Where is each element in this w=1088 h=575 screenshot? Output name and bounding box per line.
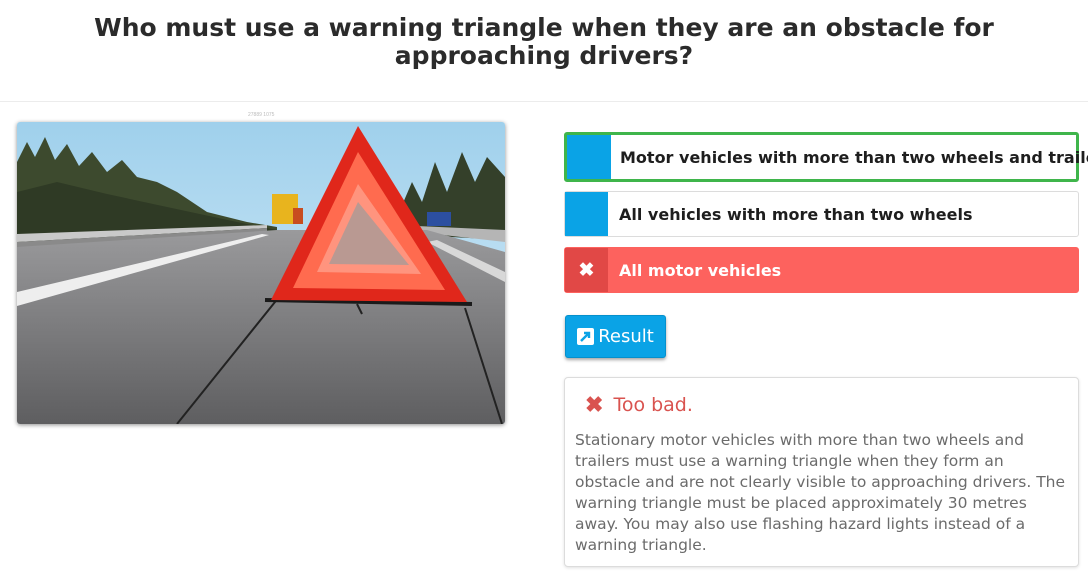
wrong-x-icon: ✖ xyxy=(565,248,608,292)
warning-triangle-photo xyxy=(17,122,505,424)
result-button[interactable]: Result xyxy=(565,315,666,358)
question-photo xyxy=(17,122,505,424)
answer-option-3[interactable]: ✖ All motor vehicles xyxy=(564,247,1079,293)
header-divider xyxy=(0,101,1088,102)
answer-label: Motor vehicles with more than two wheels… xyxy=(620,147,1088,167)
image-caption: 27889 1075 xyxy=(248,112,275,118)
feedback-title: Too bad. xyxy=(613,394,693,416)
answer-label: All vehicles with more than two wheels xyxy=(619,204,973,224)
feedback-text: Stationary motor vehicles with more than… xyxy=(575,431,1066,554)
question-title: Who must use a warning triangle when the… xyxy=(94,13,994,70)
result-button-label: Result xyxy=(598,326,654,347)
answer-label: All motor vehicles xyxy=(619,260,782,280)
answer-option-1[interactable]: Motor vehicles with more than two wheels… xyxy=(564,132,1088,182)
close-x-icon: ✖ xyxy=(585,392,604,417)
answer-marker xyxy=(565,192,608,236)
feedback-panel: ✖ Too bad. Stationary motor vehicles wit… xyxy=(564,377,1079,567)
answer-marker xyxy=(567,135,611,179)
external-link-icon xyxy=(577,328,595,345)
answer-option-2[interactable]: All vehicles with more than two wheels xyxy=(564,191,1079,237)
